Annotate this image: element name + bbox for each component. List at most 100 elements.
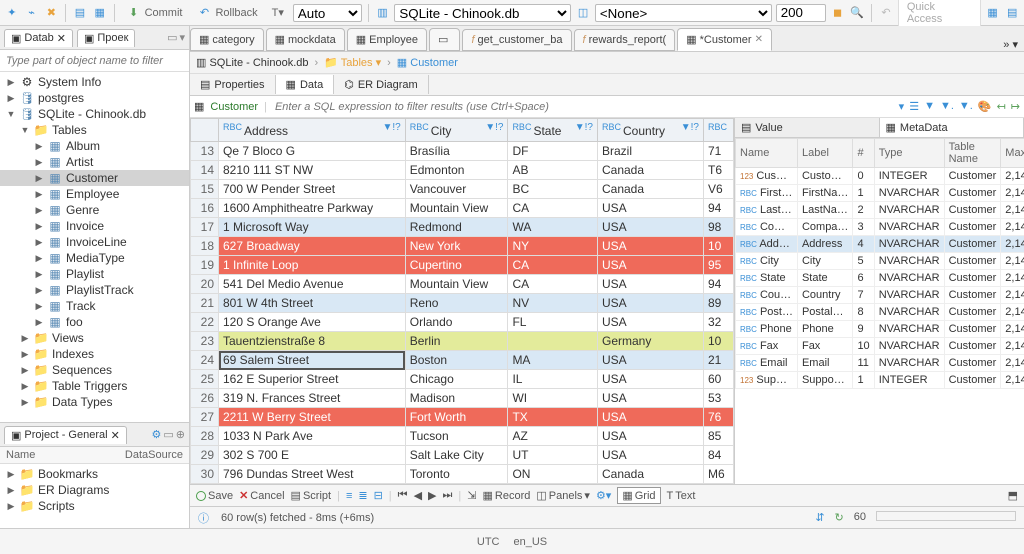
link-icon[interactable]: ▭ [163, 428, 173, 441]
breadcrumb-tables[interactable]: 📁 Tables ▾ [324, 56, 381, 69]
meta-row[interactable]: RBC Cou…Country7NVARCHARCustomer2,147,48… [736, 287, 1024, 304]
value-tab[interactable]: ▤ Value [735, 118, 880, 137]
table-row[interactable]: 2469 Salem StreetBostonMAUSA21 [191, 351, 734, 370]
undo-icon[interactable]: ↶ [878, 5, 894, 21]
scroll-icon[interactable]: ⇵ [815, 511, 824, 524]
datasource-select[interactable]: SQLite - Chinook.db [394, 4, 571, 22]
tree-item-system-info[interactable]: ▶⚙System Info [0, 74, 189, 90]
export-icon[interactable]: ⇲ [467, 489, 476, 502]
tree-item-sequences[interactable]: ▶📁Sequences [0, 362, 189, 378]
tree-item-table-triggers[interactable]: ▶📁Table Triggers [0, 378, 189, 394]
color-icon[interactable]: 🎨 [978, 100, 992, 113]
table-row[interactable]: 26319 N. Frances StreetMadisonWIUSA53 [191, 389, 734, 408]
tree-item-playlist[interactable]: ▶▦Playlist [0, 266, 189, 282]
align2-icon[interactable]: ≣ [358, 489, 367, 502]
column-address[interactable]: RBCAddress▼!? [219, 119, 406, 142]
editor-tab-get_customer_ba[interactable]: f get_customer_ba [462, 29, 571, 51]
table-row[interactable]: 25162 E Superior StreetChicagoILUSA60 [191, 370, 734, 389]
tree-item-foo[interactable]: ▶▦foo [0, 314, 189, 330]
meta-row[interactable]: RBC EmailEmail11NVARCHARCustomer2,147,48… [736, 355, 1024, 372]
meta-row[interactable]: RBC First…FirstNa…1NVARCHARCustomer2,147… [736, 185, 1024, 202]
data-tab[interactable]: ▦ Data [276, 75, 335, 94]
table-row[interactable]: 13Qe 7 Bloco GBrasíliaDFBrazil71 [191, 142, 734, 161]
er-diagrams-item[interactable]: ▶📁ER Diagrams [0, 482, 189, 498]
cancel-button[interactable]: ✕Cancel [239, 489, 284, 502]
tree-item-invoiceline[interactable]: ▶▦InvoiceLine [0, 234, 189, 250]
meta-row[interactable]: RBC Add…Address4NVARCHARCustomer2,147,48… [736, 236, 1024, 253]
prev-icon[interactable]: ◀ [414, 489, 422, 502]
table-row[interactable]: 281033 N Park AveTucsonAZUSA85 [191, 427, 734, 446]
meta-row[interactable]: RBC PhonePhone9NVARCHARCustomer2,147,483 [736, 321, 1024, 338]
meta-row[interactable]: RBC FaxFax10NVARCHARCustomer2,147,483 [736, 338, 1024, 355]
sql-filter-input[interactable] [273, 100, 893, 114]
perspective-icon[interactable]: ▦ [985, 5, 1001, 21]
gear-icon[interactable]: ⚙▾ [596, 489, 611, 502]
tree-item-indexes[interactable]: ▶📁Indexes [0, 346, 189, 362]
history-icon[interactable]: ▾ [899, 100, 905, 113]
er-diagram-tab[interactable]: ⌬ ER Diagram [334, 75, 429, 94]
detach-icon[interactable]: ⬒ [1008, 489, 1018, 502]
filter3-icon[interactable]: ▼. [959, 100, 973, 113]
meta-row[interactable]: RBC StateState6NVARCHARCustomer2,147,483 [736, 270, 1024, 287]
disconnect-icon[interactable]: ✖ [43, 5, 59, 21]
table-row[interactable]: 18627 BroadwayNew YorkNYUSA10 [191, 237, 734, 256]
tree-item-postgres[interactable]: ▶🛢postgres [0, 90, 189, 106]
commit-button[interactable]: ⬇Commit [121, 3, 188, 23]
align3-icon[interactable]: ⊟ [374, 489, 383, 502]
tree-item-sqlite-chinook-db[interactable]: ▼🛢SQLite - Chinook.db [0, 106, 189, 122]
project-general-tab[interactable]: ▣ Project - General ✕ [4, 426, 127, 444]
table-row[interactable]: 21801 W 4th StreetRenoNVUSA89 [191, 294, 734, 313]
last-icon[interactable]: ⏭ [443, 489, 453, 502]
stop-icon[interactable]: ◼ [830, 5, 846, 21]
table-row[interactable]: 272211 W Berry StreetFort WorthTXUSA76 [191, 408, 734, 427]
apply-filter-icon[interactable]: ☰ [909, 100, 919, 113]
editor-tab-employee[interactable]: ▦ Employee [347, 28, 427, 51]
meta-row[interactable]: 123 Sup…Suppo…1INTEGERCustomer2,147,483 [736, 372, 1024, 389]
editor-tab-category[interactable]: ▦ category [190, 28, 264, 51]
row-limit-input[interactable] [776, 4, 826, 22]
tree-item-album[interactable]: ▶▦Album [0, 138, 189, 154]
editor-tab--sqlite-chino[interactable]: ▭ [429, 28, 460, 51]
new-sql-icon[interactable]: ⌁ [24, 5, 40, 21]
bookmarks-item[interactable]: ▶📁Bookmarks [0, 466, 189, 482]
tree-item-mediatype[interactable]: ▶▦MediaType [0, 250, 189, 266]
meta-row[interactable]: RBC Post…Postal…8NVARCHARCustomer2,147,4… [736, 304, 1024, 321]
align-icon[interactable]: ≡ [346, 490, 352, 502]
column-city[interactable]: RBCCity▼!? [405, 119, 508, 142]
sql-editor2-icon[interactable]: ▦ [92, 5, 108, 21]
perspective2-icon[interactable]: ▤ [1004, 5, 1020, 21]
tree-item-track[interactable]: ▶▦Track [0, 298, 189, 314]
add-icon[interactable]: ⊕ [176, 428, 185, 441]
filter1-icon[interactable]: ▼ [924, 100, 935, 113]
rollback-button[interactable]: ↶Rollback [191, 3, 262, 23]
results-grid[interactable]: RBCAddress▼!?RBCCity▼!?RBCState▼!?RBCCou… [190, 118, 734, 484]
expand-left-icon[interactable]: ↤ [997, 100, 1006, 113]
grid-mode-button[interactable]: ▦ Grid [617, 487, 660, 504]
tree-item-artist[interactable]: ▶▦Artist [0, 154, 189, 170]
more-tabs-icon[interactable]: » ▾ [997, 38, 1024, 51]
close-icon[interactable]: ✕ [755, 34, 763, 45]
table-row[interactable]: 148210 111 ST NWEdmontonABCanadaT6 [191, 161, 734, 180]
minimize-icon[interactable]: ▭ [167, 31, 177, 44]
tree-filter-input[interactable] [0, 50, 189, 72]
expand-right-icon[interactable]: ↦ [1011, 100, 1020, 113]
editor-tab-mockdata[interactable]: ▦ mockdata [266, 28, 345, 51]
tree-item-playlisttrack[interactable]: ▶▦PlaylistTrack [0, 282, 189, 298]
column-state[interactable]: RBCState▼!? [508, 119, 598, 142]
table-row[interactable]: 20541 Del Medio AvenueMountain ViewCAUSA… [191, 275, 734, 294]
projects-tab[interactable]: ▣ Проек [77, 29, 135, 47]
table-row[interactable]: 15700 W Pender StreetVancouverBCCanadaV6 [191, 180, 734, 199]
meta-row[interactable]: 123 Cus…Custo…0INTEGERCustomer2,147,483 [736, 168, 1024, 185]
tree-item-views[interactable]: ▶📁Views [0, 330, 189, 346]
table-row[interactable]: 171 Microsoft WayRedmondWAUSA98 [191, 218, 734, 237]
scripts-item[interactable]: ▶📁Scripts [0, 498, 189, 514]
database-tree[interactable]: ▶⚙System Info▶🛢postgres▼🛢SQLite - Chinoo… [0, 72, 189, 422]
column-next[interactable]: RBC [703, 119, 733, 142]
table-row[interactable]: 31230 Elgin StreetOttawaONCanadaK2 [191, 484, 734, 485]
tree-item-data-types[interactable]: ▶📁Data Types [0, 394, 189, 410]
editor-tab--customer[interactable]: ▦ *Customer ✕ [677, 28, 772, 51]
meta-row[interactable]: RBC Last…LastNa…2NVARCHARCustomer2,147,4… [736, 202, 1024, 219]
record-button[interactable]: ▦ Record [482, 489, 530, 502]
tx-mode-button[interactable]: T▾ [267, 4, 289, 21]
new-connection-icon[interactable]: ✦ [4, 5, 20, 21]
